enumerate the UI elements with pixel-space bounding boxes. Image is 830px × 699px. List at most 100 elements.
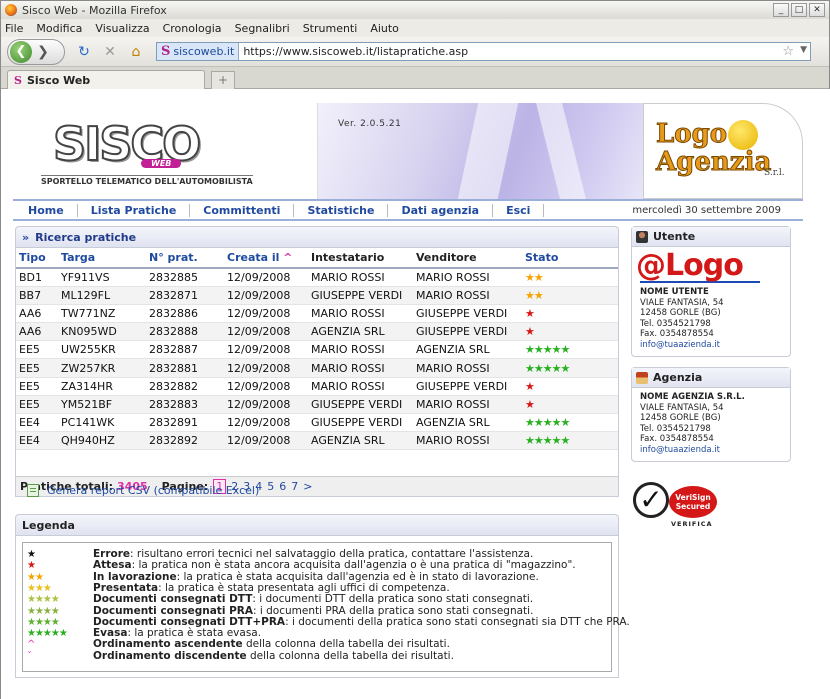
main-navigation: Home Lista Pratiche Committenti Statisti… (13, 199, 803, 221)
table-row[interactable]: AA6 KN095WD 2832888 12/09/2008 AGENZIA SRL GI… (16, 322, 618, 342)
page-link[interactable]: 6 (279, 480, 286, 493)
reload-icon[interactable]: ↻ (73, 41, 95, 63)
user-address: VIALE FANTASIA, 54 (640, 297, 724, 308)
agency-email-link[interactable]: info@tuaazienda.it (640, 445, 720, 455)
col-stato[interactable]: Stato (522, 248, 618, 269)
close-button[interactable]: ✕ (809, 3, 825, 17)
cell-intestatario: GIUSEPPE VERDI (308, 413, 413, 433)
pratiche-table: Tipo Targa N° prat. Creata il ^ Intestat… (16, 248, 618, 451)
forward-button[interactable]: ❯ (32, 41, 54, 63)
double-chevron-icon: » (22, 230, 30, 244)
agency-logo-sun-icon (728, 120, 758, 150)
col-creata-il[interactable]: Creata il ^ (224, 248, 308, 269)
col-targa[interactable]: Targa (58, 248, 146, 269)
cell-stato: ★★★★★ (522, 340, 618, 360)
cell-venditore: AGENZIA SRL (413, 413, 522, 433)
table-row[interactable]: EE5 ZA314HR 2832882 12/09/2008 MARIO ROSSI GI… (16, 377, 618, 396)
sisco-logo-web: WEB (141, 159, 182, 168)
menu-file[interactable]: File (5, 22, 23, 35)
site-favicon: S (161, 44, 171, 59)
legenda-item-label: Presentata (93, 581, 159, 594)
legenda-item-label: Evasa (93, 627, 128, 640)
menu-bar: File Modifica Visualizza Cronologia Segn… (1, 19, 829, 37)
status-stars-icon: ★★★★★ (525, 343, 570, 357)
menu-segnalibri[interactable]: Segnalibri (235, 22, 290, 35)
cell-intestatario: MARIO ROSSI (308, 268, 413, 287)
agency-details: NOME AGENZIA S.R.L. VIALE FANTASIA, 54 1… (632, 388, 790, 461)
tab-sisco-web[interactable]: S Sisco Web (7, 70, 205, 90)
cell-creata-il: 12/09/2008 (224, 377, 308, 396)
stop-icon[interactable]: ✕ (99, 41, 121, 63)
table-row[interactable]: BB7 ML129FL 2832871 12/09/2008 GIUSEPPE VERD… (16, 286, 618, 305)
csv-link-text[interactable]: Genera report CSV (compatibile Excel) (47, 484, 259, 497)
url-text[interactable]: https://www.siscoweb.it/listapratiche.as… (243, 45, 468, 58)
next-page-link[interactable]: > (303, 480, 312, 493)
cell-tipo: AA6 (16, 322, 58, 342)
legenda-item-label: Documenti consegnati DTT (93, 593, 253, 606)
cell-venditore: MARIO ROSSI (413, 358, 522, 378)
status-stars-icon: ★ (525, 379, 535, 393)
page-link[interactable]: 5 (267, 480, 274, 493)
table-row[interactable]: EE4 QH940HZ 2832892 12/09/2008 AGENZIA SRL MA… (16, 431, 618, 451)
home-icon[interactable]: ⌂ (125, 41, 147, 63)
nav-home[interactable]: Home (13, 203, 78, 217)
bookmark-star-icon[interactable]: ☆ (782, 44, 794, 59)
cell-intestatario: MARIO ROSSI (308, 340, 413, 360)
col-tipo[interactable]: Tipo (16, 248, 58, 269)
page-link[interactable]: 7 (291, 480, 298, 493)
col-n-prat[interactable]: N° prat. (146, 248, 224, 269)
cell-targa: UW255KR (58, 340, 146, 360)
main-column: » Ricerca pratiche Tipo Targa N° prat. C… (15, 226, 630, 678)
menu-strumenti[interactable]: Strumenti (303, 22, 358, 35)
title-bar: Sisco Web - Mozilla Firefox _ □ ✕ (1, 1, 829, 19)
legenda-item-desc: della colonna della tabella dei risultat… (242, 638, 450, 651)
nav-committenti[interactable]: Committenti (190, 203, 295, 217)
site-identity-badge[interactable]: Ssiscoweb.it (157, 43, 240, 60)
table-header-row: Tipo Targa N° prat. Creata il ^ Intestat… (16, 248, 618, 269)
tab-title: Sisco Web (26, 74, 91, 87)
table-row[interactable]: AA6 TW771NZ 2832886 12/09/2008 MARIO ROSSI GI… (16, 304, 618, 324)
table-row[interactable]: EE5 YM521BF 2832883 12/09/2008 GIUSEPPE VERD… (16, 395, 618, 415)
tab-bar: S Sisco Web + (1, 67, 829, 90)
cell-n-prat: 2832882 (146, 377, 224, 396)
table-row[interactable]: EE5 ZW257KR 2832881 12/09/2008 MARIO ROSSI MA… (16, 358, 618, 378)
ricerca-title: Ricerca pratiche (35, 230, 137, 244)
new-tab-button[interactable]: + (211, 71, 235, 89)
minimize-button[interactable]: _ (773, 3, 789, 17)
cell-intestatario: MARIO ROSSI (308, 358, 413, 378)
agency-logo-line1: Logo (655, 119, 728, 149)
table-row[interactable]: EE5 UW255KR 2832887 12/09/2008 MARIO ROSSI AG… (16, 340, 618, 360)
menu-modifica[interactable]: Modifica (36, 22, 82, 35)
user-email-link[interactable]: info@tuaazienda.it (640, 340, 720, 350)
legenda-item-label: Attesa (93, 559, 132, 572)
banner-road-stripe (536, 103, 586, 199)
url-dropdown-icon[interactable]: ▼ (800, 45, 807, 55)
legenda-panel: Legenda ★ Errore: risultano errori tecnic… (15, 514, 630, 678)
nav-lista-pratiche[interactable]: Lista Pratiche (78, 203, 191, 217)
csv-report-link[interactable]: Genera report CSV (compatibile Excel) (15, 484, 259, 497)
banner-road-stripe (457, 103, 519, 199)
menu-visualizza[interactable]: Visualizza (95, 22, 149, 35)
ricerca-panel-header: » Ricerca pratiche (15, 226, 619, 248)
cell-targa: KN095WD (58, 322, 146, 342)
status-stars-icon: ★★★★★ (525, 361, 570, 375)
menu-cronologia[interactable]: Cronologia (163, 22, 222, 35)
legenda-header: Legenda (15, 514, 619, 536)
status-stars-icon: ★★★★★ (525, 416, 570, 430)
cell-intestatario: AGENZIA SRL (308, 322, 413, 342)
cell-n-prat: 2832892 (146, 431, 224, 451)
table-row[interactable]: EE4 PC141WK 2832891 12/09/2008 GIUSEPPE VERD… (16, 413, 618, 433)
menu-aiuto[interactable]: Aiuto (370, 22, 399, 35)
verisign-line1: VeriSign (675, 493, 711, 502)
user-logo: @Logo (636, 251, 790, 281)
verisign-seal[interactable]: ✓ VeriSign Secured VERIFICA (631, 472, 731, 532)
nav-esci[interactable]: Esci (493, 203, 545, 217)
nav-statistiche[interactable]: Statistiche (294, 203, 389, 217)
back-button[interactable]: ❮ (10, 40, 32, 63)
csv-file-icon (27, 484, 39, 497)
url-bar[interactable]: Ssiscoweb.it https://www.siscoweb.it/lis… (156, 42, 811, 61)
cell-n-prat: 2832888 (146, 322, 224, 342)
nav-dati-agenzia[interactable]: Dati agenzia (388, 203, 494, 217)
table-row[interactable]: BD1 YF911VS 2832885 12/09/2008 MARIO ROSSI MA… (16, 268, 618, 287)
maximize-button[interactable]: □ (791, 3, 807, 17)
